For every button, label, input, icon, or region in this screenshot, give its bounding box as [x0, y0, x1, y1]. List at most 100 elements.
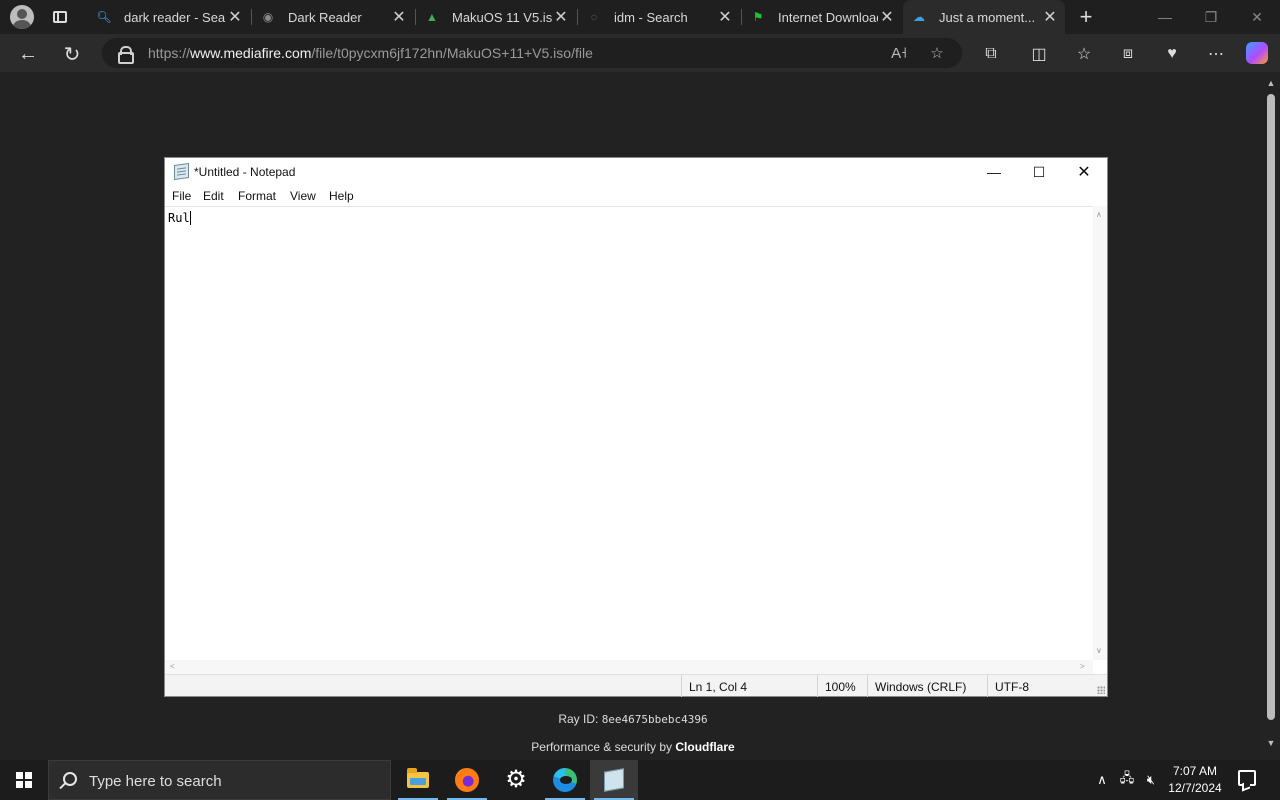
ray-id-line: Ray ID: 8ee4675bbebc4396 — [0, 712, 1266, 726]
system-clock[interactable]: 7:07 AM 12/7/2024 — [1162, 763, 1228, 797]
close-tab-icon[interactable]: ✕ — [716, 8, 734, 26]
scroll-up-icon[interactable]: ▲ — [1266, 78, 1276, 88]
back-icon[interactable]: ← — [13, 39, 43, 69]
url-path: /file/t0pycxm6jf172hn/MakuOS+11+V5.iso/f… — [311, 45, 593, 61]
scroll-up-icon[interactable]: ∧ — [1096, 210, 1102, 219]
url-prefix: https:// — [148, 45, 191, 61]
scroll-right-icon[interactable]: > — [1080, 662, 1085, 671]
notepad-content[interactable]: Rul — [168, 211, 191, 225]
url-domain: www.mediafire.com — [190, 45, 312, 61]
firefox-button[interactable] — [443, 760, 491, 800]
status-position: Ln 1, Col 4 — [681, 675, 815, 697]
refresh-icon[interactable]: ↻ — [57, 39, 87, 69]
notepad-vertical-scrollbar[interactable]: ∧ ∨ — [1093, 206, 1107, 660]
tab-title: Internet Download — [778, 9, 878, 25]
mediafire-icon: ▲ — [426, 10, 438, 24]
tab-title: dark reader - Search — [124, 9, 226, 25]
maximize-icon[interactable]: ☐ — [1016, 158, 1062, 186]
notepad-text-area[interactable]: Rul — [165, 206, 1093, 660]
file-explorer-button[interactable] — [394, 760, 442, 800]
read-aloud-icon[interactable]: A˧ — [888, 42, 910, 64]
settings-button[interactable]: ⚙ — [492, 760, 540, 800]
close-tab-icon[interactable]: ✕ — [552, 8, 570, 26]
tab-internet-download[interactable]: ⚑ Internet Download ✕ — [742, 0, 902, 34]
tab-title: idm - Search — [614, 9, 688, 25]
tab-makuos-iso[interactable]: ▲ MakuOS 11 V5.iso ✕ — [416, 0, 576, 34]
address-bar[interactable]: https://www.mediafire.com/file/t0pycxm6j… — [102, 38, 962, 68]
restore-icon[interactable]: ❐ — [1188, 0, 1234, 34]
close-tab-icon[interactable]: ✕ — [226, 8, 244, 26]
favorites-icon[interactable]: ☆ — [1072, 42, 1096, 66]
clock-time: 7:07 AM — [1172, 764, 1218, 778]
notepad-title: *Untitled - Notepad — [194, 165, 296, 179]
notepad-horizontal-scrollbar[interactable]: < > — [165, 660, 1093, 674]
tab-just-a-moment[interactable]: ☁ Just a moment... ✕ — [903, 0, 1065, 34]
notepad-title-bar[interactable]: *Untitled - Notepad — ☐ ✕ — [165, 158, 1107, 186]
status-encoding: UTF-8 — [987, 675, 1095, 697]
menu-file[interactable]: File — [172, 189, 191, 203]
notepad-icon — [174, 162, 189, 181]
new-tab-icon[interactable]: + — [1074, 4, 1098, 29]
search-icon: 🔍︎ — [96, 10, 112, 24]
copilot-icon[interactable] — [1246, 42, 1268, 64]
tab-actions-icon[interactable] — [48, 6, 72, 28]
notifications-icon[interactable] — [1238, 770, 1256, 786]
show-hidden-icons-chevron-icon[interactable]: ∧ — [1092, 760, 1112, 800]
edge-button[interactable] — [541, 760, 589, 800]
status-zoom: 100% — [817, 675, 867, 697]
resize-grip-icon[interactable] — [1097, 686, 1105, 694]
minimize-icon[interactable]: — — [1142, 0, 1188, 34]
notepad-status-bar: Ln 1, Col 4 100% Windows (CRLF) UTF-8 — [165, 674, 1107, 697]
menu-view[interactable]: View — [290, 189, 316, 203]
extensions-icon[interactable]: ⧉ — [979, 42, 1003, 66]
tab-dark-reader[interactable]: ◉ Dark Reader ✕ — [252, 0, 414, 34]
notepad-icon — [604, 768, 624, 792]
close-window-icon[interactable]: ✕ — [1234, 0, 1280, 34]
menu-help[interactable]: Help — [329, 189, 354, 203]
network-icon[interactable]: 🖧︎ — [1116, 760, 1138, 800]
notepad-menu-bar: File Edit Format View Help — [165, 186, 1107, 206]
cloudflare-link[interactable]: Cloudflare — [675, 740, 734, 754]
minimize-icon[interactable]: — — [971, 158, 1017, 186]
volume-muted-icon[interactable]: 🔇︎ — [1140, 760, 1162, 800]
notepad-text: Rul — [168, 211, 190, 225]
collections-icon[interactable]: ⧈ — [1116, 42, 1140, 66]
scroll-down-icon[interactable]: ∨ — [1096, 646, 1102, 655]
windows-logo-icon — [16, 772, 32, 788]
perf-text: Performance & security by — [531, 740, 676, 754]
ray-id-label: Ray ID: — [558, 712, 602, 726]
favorite-star-icon[interactable]: ☆ — [926, 42, 948, 64]
scrollbar-thumb[interactable] — [1267, 94, 1275, 720]
edge-icon — [553, 768, 577, 792]
menu-edit[interactable]: Edit — [203, 189, 224, 203]
search-placeholder: Type here to search — [89, 773, 222, 790]
performance-icon[interactable]: ♥ — [1160, 42, 1184, 66]
page-scrollbar[interactable]: ▲ ▼ — [1262, 72, 1280, 760]
menu-format[interactable]: Format — [238, 189, 276, 203]
close-tab-icon[interactable]: ✕ — [390, 8, 408, 26]
gear-icon: ⚙ — [505, 766, 527, 793]
notepad-window: *Untitled - Notepad — ☐ ✕ File Edit Form… — [164, 157, 1108, 697]
scroll-down-icon[interactable]: ▼ — [1266, 738, 1276, 748]
tab-title: Just a moment... — [939, 9, 1036, 25]
more-menu-icon[interactable]: ⋯ — [1204, 42, 1228, 66]
status-line-ending: Windows (CRLF) — [867, 675, 987, 697]
profile-avatar-icon[interactable] — [10, 5, 34, 29]
close-tab-icon[interactable]: ✕ — [878, 8, 896, 26]
tab-dark-reader-search[interactable]: 🔍︎ dark reader - Search ✕ — [88, 0, 250, 34]
taskbar-search[interactable]: Type here to search — [48, 760, 391, 800]
taskbar: Type here to search ⚙ ∧ 🖧︎ 🔇︎ 7:07 AM 12… — [0, 760, 1280, 800]
close-tab-icon[interactable]: ✕ — [1041, 8, 1059, 26]
tab-idm-search[interactable]: ○ idm - Search ✕ — [578, 0, 740, 34]
clock-date: 12/7/2024 — [1168, 781, 1222, 795]
split-screen-icon[interactable]: ◫ — [1027, 42, 1051, 66]
close-icon[interactable]: ✕ — [1061, 158, 1107, 186]
cloudflare-icon: ☁ — [913, 10, 925, 24]
tab-title: Dark Reader — [288, 9, 362, 25]
notepad-taskbar-button[interactable] — [590, 760, 638, 800]
idm-flag-icon: ⚑ — [752, 10, 764, 24]
start-button[interactable] — [0, 760, 48, 800]
url-text[interactable]: https://www.mediafire.com/file/t0pycxm6j… — [148, 45, 593, 61]
lock-icon[interactable] — [118, 46, 134, 64]
scroll-left-icon[interactable]: < — [170, 662, 175, 671]
